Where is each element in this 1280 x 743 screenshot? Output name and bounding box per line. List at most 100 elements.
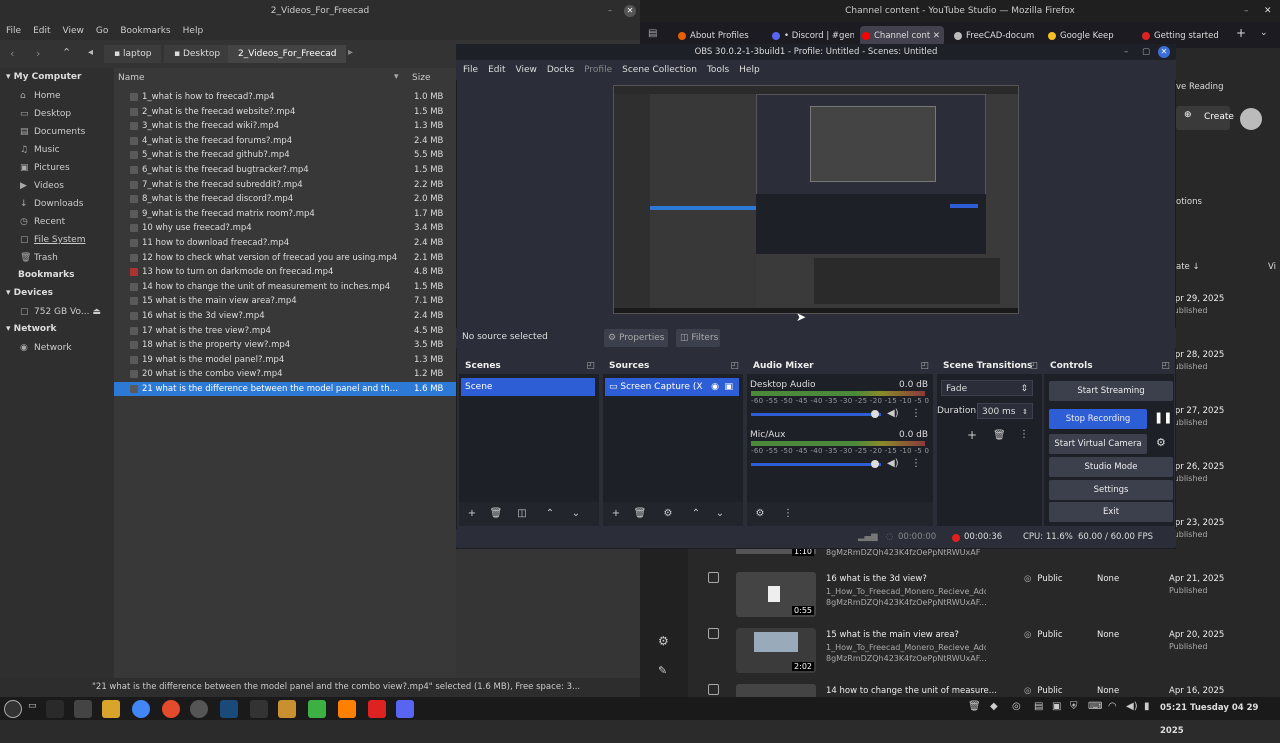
eject-icon[interactable]: ⏏ bbox=[92, 307, 101, 317]
minimize-icon[interactable]: – bbox=[604, 5, 616, 17]
sidebar-item-recent[interactable]: ◷ Recent bbox=[20, 214, 110, 230]
move-down-icon[interactable]: ⌄ bbox=[569, 507, 583, 521]
obs-menu-file[interactable]: File bbox=[458, 60, 483, 80]
avatar[interactable] bbox=[1240, 108, 1262, 130]
tab-getting-started[interactable]: Getting started bbox=[1140, 26, 1224, 46]
file-row[interactable]: 9_what is the freecad matrix room?.mp4 1.… bbox=[114, 207, 456, 221]
update-icon[interactable]: ◎ bbox=[1012, 701, 1021, 712]
file-row[interactable]: 8_what is the freecad discord?.mp4 2.0 MB bbox=[114, 192, 456, 206]
sidebar-heading-network[interactable]: ▾ Network bbox=[6, 324, 57, 334]
menu-file[interactable]: File bbox=[0, 22, 27, 40]
close-icon[interactable]: ✕ bbox=[1264, 0, 1272, 22]
row-checkbox[interactable] bbox=[708, 628, 719, 639]
close-icon[interactable]: ✕ bbox=[1158, 46, 1170, 58]
source-item[interactable]: ▭ Screen Capture (X ◉ ▣ bbox=[605, 378, 739, 396]
menu-go[interactable]: Go bbox=[90, 22, 114, 40]
visibility[interactable]: ◎ Public bbox=[1024, 630, 1063, 640]
file-row[interactable]: 6_what is the freecad bugtracker?.mp4 1.5… bbox=[114, 163, 456, 177]
forward-icon[interactable]: › bbox=[36, 47, 40, 60]
keyboard-icon[interactable]: ⌨ bbox=[1088, 701, 1102, 712]
file-row[interactable]: 10 why use freecad?.mp4 3.4 MB bbox=[114, 221, 456, 235]
obs-menu-help[interactable]: Help bbox=[734, 60, 765, 80]
row-checkbox[interactable] bbox=[708, 684, 719, 695]
undock-icon[interactable]: ◰ bbox=[1161, 358, 1170, 374]
exit-button[interactable]: Exit bbox=[1049, 502, 1173, 522]
column-name[interactable]: Name bbox=[118, 73, 145, 83]
display-icon[interactable]: ▣ bbox=[1052, 701, 1061, 712]
obs-preview-canvas[interactable] bbox=[613, 85, 1019, 314]
options-label[interactable]: otions bbox=[1176, 197, 1202, 207]
file-row[interactable]: 3_what is the freecad wiki?.mp4 1.3 MB bbox=[114, 119, 456, 133]
sidebar-heading-bookmarks[interactable]: Bookmarks bbox=[18, 270, 74, 280]
video-title[interactable]: 15 what is the main view area? bbox=[826, 630, 959, 640]
trash-tray-icon[interactable]: 🗑 bbox=[968, 701, 981, 712]
obs-menu-scene-collection[interactable]: Scene Collection bbox=[617, 60, 702, 80]
add-scene-icon[interactable]: + bbox=[465, 507, 479, 521]
menu-help[interactable]: Help bbox=[177, 22, 210, 40]
remove-source-icon[interactable]: 🗑 bbox=[633, 507, 647, 521]
file-row[interactable]: 13 how to turn on darkmode on freecad.mp… bbox=[114, 265, 456, 279]
vpn-icon[interactable]: ◆ bbox=[990, 701, 998, 712]
file-row[interactable]: 15 what is the main view area?.mp4 7.1 MB bbox=[114, 294, 456, 308]
tab-google-keep[interactable]: Google Keep bbox=[1046, 26, 1130, 46]
eye-icon[interactable]: ◉ bbox=[711, 378, 719, 396]
filters-button[interactable]: ◫ Filters bbox=[676, 329, 720, 347]
views-column-label[interactable]: Vi bbox=[1268, 262, 1276, 272]
add-transition-icon[interactable]: + bbox=[967, 428, 977, 442]
file-row[interactable]: 14 how to change the unit of measurement… bbox=[114, 280, 456, 294]
vlc-icon[interactable] bbox=[338, 700, 356, 718]
video-thumbnail[interactable]: 0:55 bbox=[736, 572, 816, 617]
duration-spinbox[interactable]: 300 ms ⇕ bbox=[977, 403, 1033, 419]
tab-about-profiles[interactable]: About Profiles bbox=[676, 26, 766, 46]
volume-slider[interactable] bbox=[751, 463, 881, 466]
transition-select[interactable]: Fade ⇕ bbox=[941, 380, 1033, 396]
menu-view[interactable]: View bbox=[57, 22, 90, 40]
remove-scene-icon[interactable]: 🗑 bbox=[489, 507, 503, 521]
file-row[interactable]: 21 what is the difference between the mo… bbox=[114, 382, 456, 396]
visibility[interactable]: ◎ Public bbox=[1024, 686, 1063, 696]
remove-transition-icon[interactable]: 🗑 bbox=[993, 430, 1006, 441]
file-row[interactable]: 2_what is the freecad website?.mp4 1.5 MB bbox=[114, 105, 456, 119]
close-icon[interactable]: ✕ bbox=[624, 5, 636, 17]
menu-bookmarks[interactable]: Bookmarks bbox=[114, 22, 176, 40]
sidebar-item-videos[interactable]: ▶ Videos bbox=[20, 178, 110, 194]
file-row[interactable]: 1_what is how to freecad?.mp4 1.0 MB bbox=[114, 90, 456, 104]
obs-menu-view[interactable]: View bbox=[511, 60, 542, 80]
start-streaming-button[interactable]: Start Streaming bbox=[1049, 381, 1173, 401]
feedback-icon[interactable]: ✎ bbox=[658, 664, 667, 677]
move-up-icon[interactable]: ⌃ bbox=[543, 507, 557, 521]
wifi-icon[interactable]: ◠ bbox=[1108, 701, 1117, 712]
volume-slider-knob[interactable] bbox=[871, 460, 879, 468]
scene-item[interactable]: Scene bbox=[461, 378, 595, 396]
minimize-icon[interactable]: – bbox=[1244, 0, 1249, 22]
shield-icon[interactable]: ⛨ bbox=[1070, 701, 1078, 712]
studio-mode-button[interactable]: Studio Mode bbox=[1049, 457, 1173, 477]
file-row[interactable]: 5_what is the freecad github?.mp4 5.5 MB bbox=[114, 148, 456, 162]
sidebar-item-filesystem[interactable]: ▢ File System bbox=[20, 232, 110, 248]
undock-icon[interactable]: ◰ bbox=[920, 358, 929, 374]
lock-icon[interactable]: ▣ bbox=[724, 378, 733, 396]
add-source-icon[interactable]: + bbox=[609, 507, 623, 521]
app-icon[interactable] bbox=[308, 700, 326, 718]
video-thumbnail[interactable]: 2:02 bbox=[736, 628, 816, 673]
move-down-icon[interactable]: ⌄ bbox=[713, 507, 727, 521]
tab-youtube-studio[interactable]: Channel cont ✕ bbox=[860, 26, 944, 46]
video-title[interactable]: 14 how to change the unit of measure... bbox=[826, 686, 997, 696]
undock-icon[interactable]: ◰ bbox=[730, 358, 739, 374]
file-row[interactable]: 20 what is the combo view?.mp4 1.2 MB bbox=[114, 367, 456, 381]
file-row[interactable]: 7_what is the freecad subreddit?.mp4 2.2 … bbox=[114, 178, 456, 192]
obs-studio-icon[interactable] bbox=[190, 700, 208, 718]
terminal-icon[interactable] bbox=[46, 700, 64, 718]
file-row[interactable]: 17 what is the tree view?.mp4 4.5 MB bbox=[114, 324, 456, 338]
volume-slider-knob[interactable] bbox=[871, 410, 879, 418]
sidebar-item-music[interactable]: ♫ Music bbox=[20, 142, 110, 158]
tab-overflow-icon[interactable]: ⌄ bbox=[1260, 28, 1268, 38]
gimp-icon[interactable] bbox=[278, 700, 296, 718]
battery-icon[interactable]: ▮ bbox=[1144, 701, 1150, 712]
clock[interactable]: 05:21 Tuesday 04 29 2025 bbox=[1160, 697, 1280, 743]
volume-slider[interactable] bbox=[751, 413, 881, 416]
speaker-icon[interactable]: ◀) bbox=[887, 408, 899, 419]
minimize-icon[interactable]: – bbox=[1124, 44, 1128, 60]
obs-menu-docks[interactable]: Docks bbox=[542, 60, 579, 80]
scene-filters-icon[interactable]: ◫ bbox=[515, 507, 529, 521]
